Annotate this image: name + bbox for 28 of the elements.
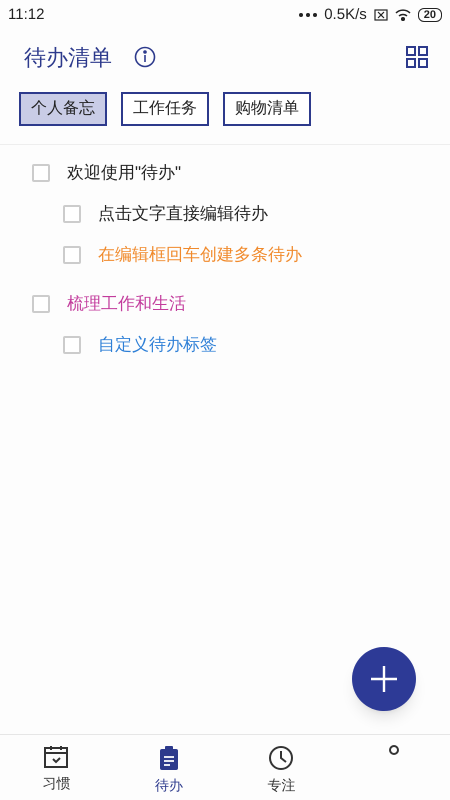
list-tab[interactable]: 购物清单	[223, 92, 311, 126]
page-title: 待办清单	[24, 44, 112, 72]
checkbox[interactable]	[63, 336, 81, 354]
todo-text[interactable]: 欢迎使用"待办"	[67, 160, 182, 186]
info-icon[interactable]	[134, 46, 156, 68]
wifi-icon	[394, 9, 411, 21]
nav-tab[interactable]: 专注	[225, 735, 338, 800]
nav-tab[interactable]: 待办	[112, 735, 225, 800]
checkbox[interactable]	[63, 246, 81, 264]
list-tab[interactable]: 个人备忘	[19, 92, 107, 126]
todo-text[interactable]: 点击文字直接编辑待办	[98, 200, 268, 226]
clock-icon	[268, 745, 294, 771]
checkbox[interactable]	[32, 164, 50, 182]
checkbox[interactable]	[63, 204, 81, 222]
grid-icon[interactable]	[406, 46, 428, 68]
network-speed: 0.5K/s	[324, 4, 367, 25]
list-tab[interactable]: 工作任务	[121, 92, 209, 126]
nav-tab[interactable]: 习惯	[0, 735, 112, 800]
clipboard-icon	[158, 745, 180, 771]
checkbox[interactable]	[32, 294, 50, 312]
todo-text[interactable]: 梳理工作和生活	[67, 290, 186, 316]
calendar-icon	[43, 745, 70, 769]
status-time: 11:12	[8, 4, 44, 25]
battery-indicator: 20	[418, 8, 442, 22]
sim-icon	[374, 9, 388, 21]
todo-text[interactable]: 自定义待办标签	[98, 332, 217, 358]
plus-icon	[370, 665, 398, 693]
more-icon	[299, 13, 318, 17]
